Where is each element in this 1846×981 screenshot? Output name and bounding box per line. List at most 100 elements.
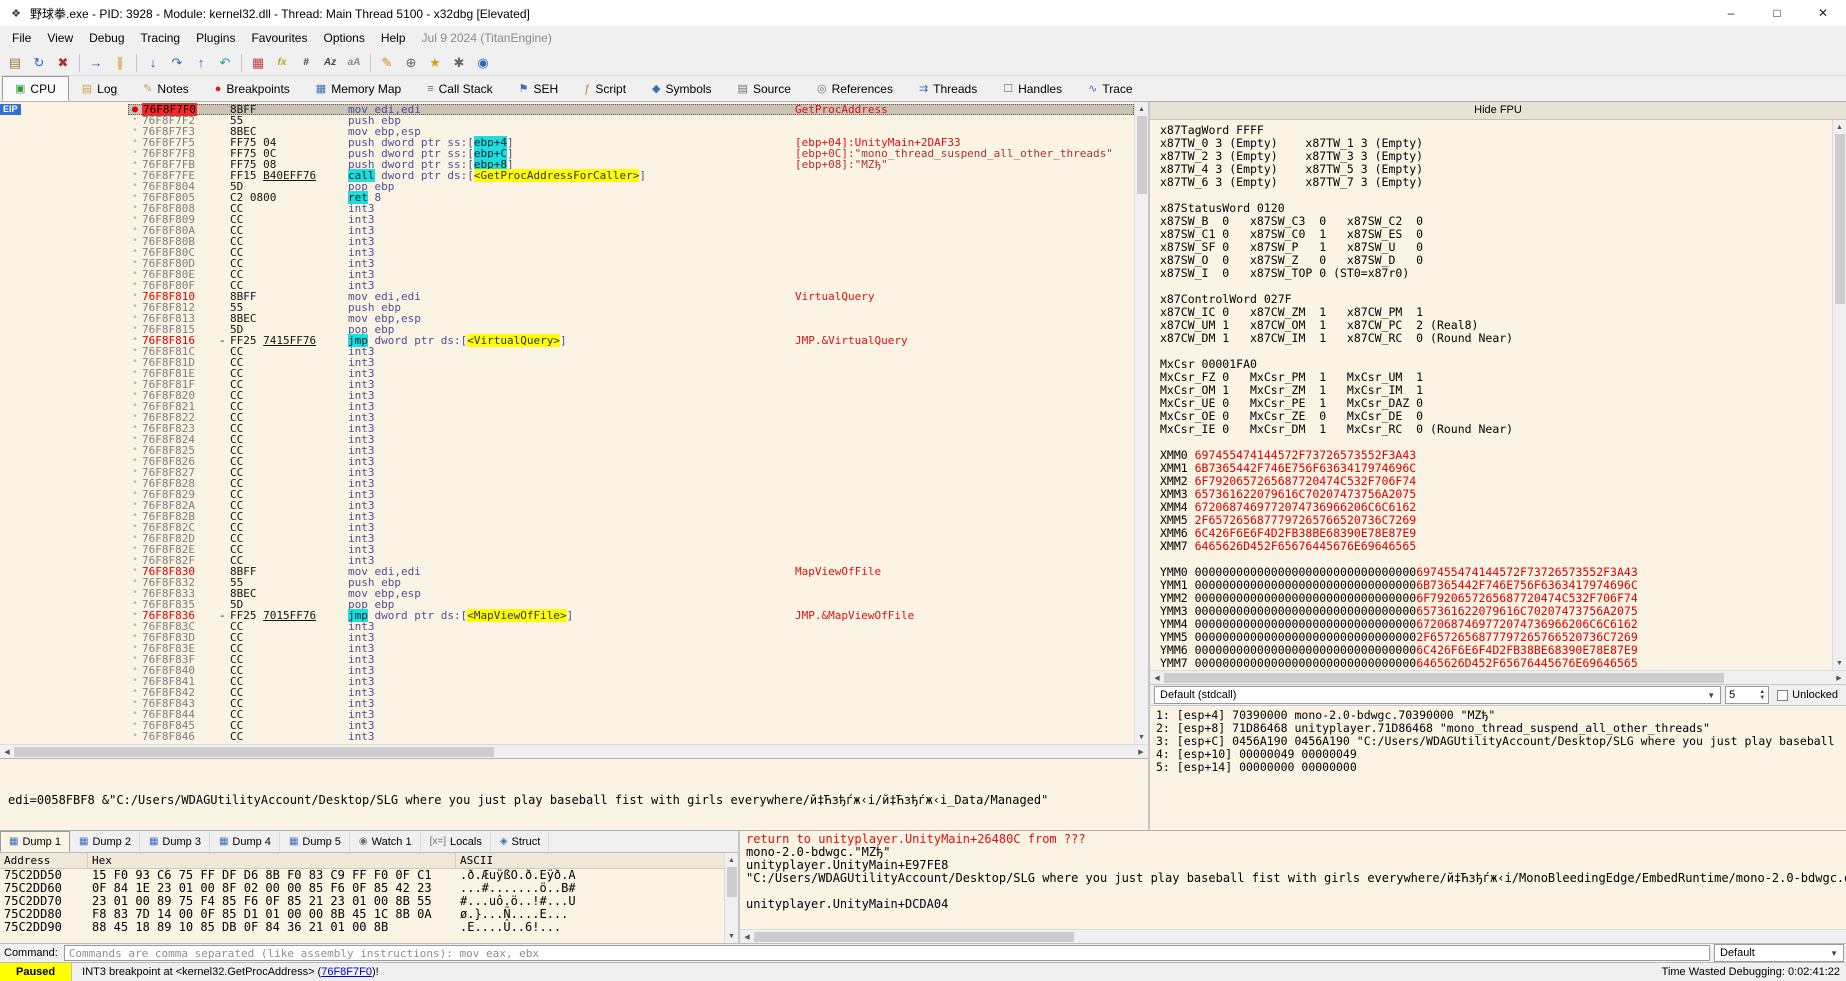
scroll-right-icon[interactable]: ▶ — [1832, 671, 1846, 685]
disasm-vscrollbar[interactable]: ▲ ▼ — [1134, 102, 1148, 744]
close-icon[interactable]: ✖ — [52, 52, 74, 74]
command-profile-select[interactable]: Default ▼ — [1714, 944, 1844, 962]
tab-dump-4[interactable]: ▦Dump 4 — [210, 831, 280, 852]
scroll-down-icon[interactable]: ▼ — [725, 929, 739, 943]
globe-icon[interactable]: ◉ — [472, 52, 494, 74]
tab-seh-label: SEH — [534, 82, 559, 96]
tab-watch-1[interactable]: ◉Watch 1 — [350, 831, 421, 852]
tab-dump-3[interactable]: ▦Dump 3 — [140, 831, 210, 852]
scroll-up-icon[interactable]: ▲ — [725, 853, 739, 867]
scroll-down-icon[interactable]: ▼ — [1833, 656, 1846, 670]
tab-trace[interactable]: ∿Trace — [1075, 76, 1145, 101]
favourites-icon[interactable]: ★ — [424, 52, 446, 74]
disasm-gutter — [0, 269, 128, 280]
settings-icon[interactable]: ✱ — [448, 52, 470, 74]
tab-struct[interactable]: ◈Struct — [491, 831, 549, 852]
pause-icon[interactable]: ∥ — [109, 52, 131, 74]
tab-call-stack[interactable]: ≡Call Stack — [414, 76, 505, 101]
menu-tracing[interactable]: Tracing — [133, 28, 189, 48]
tab-breakpoints[interactable]: ●Breakpoints — [202, 76, 303, 101]
menu-file[interactable]: File — [4, 28, 39, 48]
registers-hscrollbar[interactable]: ◀ ▶ — [1150, 670, 1846, 684]
dump-rows[interactable]: 75C2DD5015 F0 93 C6 75 FF DF D6 8B F0 83… — [0, 869, 738, 943]
stack-argument-row[interactable]: 5: [esp+14] 00000000 00000000 — [1156, 761, 1840, 774]
menu-favourites[interactable]: Favourites — [243, 28, 315, 48]
row-bullet: • — [128, 610, 142, 621]
row-bullet: • — [128, 665, 142, 676]
scroll-up-icon[interactable]: ▲ — [1135, 102, 1149, 116]
step-into-icon[interactable]: ↓ — [142, 52, 164, 74]
fpu-registers-view[interactable]: x87TagWord FFFFx87TW_0 3 (Empty) x87TW_1… — [1150, 120, 1832, 670]
lowercase-aa-icon[interactable]: aA — [343, 52, 365, 74]
scroll-thumb[interactable] — [14, 747, 494, 757]
command-input[interactable] — [64, 945, 1710, 961]
scroll-up-icon[interactable]: ▲ — [1833, 120, 1846, 134]
menu-options[interactable]: Options — [315, 28, 372, 48]
tab-source[interactable]: ▤Source — [725, 76, 804, 101]
scroll-thumb[interactable] — [1164, 673, 1724, 683]
disassembly-view[interactable]: EIP●76F8F7F08BFFmov edi,ediGetProcAddres… — [0, 102, 1134, 744]
scroll-left-icon[interactable]: ◀ — [740, 930, 754, 944]
run-icon[interactable]: → — [85, 52, 107, 74]
maximize-button[interactable]: □ — [1754, 0, 1800, 26]
args-depth-spinner[interactable]: 5 ▲▼ — [1725, 686, 1769, 704]
tab-symbols[interactable]: ◆Symbols — [639, 76, 724, 101]
hide-fpu-button[interactable]: Hide FPU — [1150, 102, 1846, 120]
restart-icon[interactable]: ↻ — [28, 52, 50, 74]
menu-plugins[interactable]: Plugins — [188, 28, 243, 48]
execute-till-return-icon[interactable]: ↑ — [190, 52, 212, 74]
menu-debug[interactable]: Debug — [81, 28, 132, 48]
tab-handles[interactable]: ☐Handles — [990, 76, 1075, 101]
tab-dump-2[interactable]: ▦Dump 2 — [70, 831, 140, 852]
tab-references[interactable]: ◎References — [804, 76, 906, 101]
tab-notes[interactable]: ✎Notes — [130, 76, 202, 101]
scroll-thumb[interactable] — [727, 867, 737, 897]
breakpoint-address-link[interactable]: 76F8F7F0 — [321, 966, 372, 978]
tab-memory-map[interactable]: ▦Memory Map — [303, 76, 414, 101]
step-back-icon[interactable]: ↶ — [214, 52, 236, 74]
return-info-hscrollbar[interactable]: ◀ ▶ — [740, 929, 1846, 943]
uppercase-az-icon[interactable]: Az — [319, 52, 341, 74]
dump-row[interactable]: 75C2DD9088 45 18 89 10 85 DB 0F 84 36 21… — [0, 921, 738, 934]
tab-script[interactable]: ƒScript — [571, 76, 639, 101]
attach-icon[interactable]: ⊕ — [400, 52, 422, 74]
minimize-button[interactable]: – — [1708, 0, 1754, 26]
step-over-icon[interactable]: ↷ — [166, 52, 188, 74]
disasm-gutter — [0, 445, 128, 456]
scroll-thumb[interactable] — [1137, 116, 1147, 194]
disasm-gutter: EIP — [0, 104, 128, 115]
menu-help[interactable]: Help — [373, 28, 414, 48]
unlocked-checkbox[interactable]: Unlocked — [1773, 689, 1842, 701]
menu-view[interactable]: View — [39, 28, 81, 48]
app-icon: ❖ — [8, 7, 24, 20]
calling-convention-select[interactable]: Default (stdcall) ▼ — [1154, 686, 1721, 704]
registers-vscrollbar[interactable]: ▲ ▼ — [1832, 120, 1846, 670]
tab-threads[interactable]: ⇉Threads — [906, 76, 990, 101]
return-info-lines[interactable]: return to unityplayer.UnityMain+26480C f… — [740, 831, 1846, 929]
pencil-icon[interactable]: ✎ — [376, 52, 398, 74]
disasm-row[interactable]: •76F8F846CCint3 — [0, 731, 1134, 742]
tab-dump-2-label: Dump 2 — [92, 836, 131, 848]
tab-seh[interactable]: ⚑SEH — [506, 76, 572, 101]
scroll-left-icon[interactable]: ◀ — [1150, 671, 1164, 685]
close-button[interactable]: ✕ — [1800, 0, 1846, 26]
tab-locals[interactable]: [x=]Locals — [421, 831, 491, 852]
tab-cpu[interactable]: ▣CPU — [2, 76, 69, 101]
tab-log[interactable]: ▤Log — [69, 76, 130, 101]
function-analysis-icon[interactable]: fx — [271, 52, 293, 74]
row-bullet: • — [128, 335, 142, 346]
scroll-thumb[interactable] — [1835, 134, 1845, 304]
instruction-bytes: CC — [230, 511, 348, 522]
scroll-right-icon[interactable]: ▶ — [1134, 745, 1148, 759]
open-file-icon[interactable]: ▤ — [4, 52, 26, 74]
hash-icon[interactable]: # — [295, 52, 317, 74]
tab-dump-5[interactable]: ▦Dump 5 — [280, 831, 350, 852]
dump-vscrollbar[interactable]: ▲ ▼ — [724, 853, 738, 943]
disasm-hscrollbar[interactable]: ◀ ▶ — [0, 744, 1148, 758]
tab-dump-1[interactable]: ▦Dump 1 — [0, 831, 70, 852]
patch-icon[interactable]: ▦ — [247, 52, 269, 74]
stack-arguments-view[interactable]: 1: [esp+4] 70390000 mono-2.0-bdwgc.70390… — [1150, 706, 1846, 830]
scroll-down-icon[interactable]: ▼ — [1135, 730, 1149, 744]
scroll-thumb[interactable] — [754, 932, 1074, 942]
scroll-left-icon[interactable]: ◀ — [0, 745, 14, 759]
